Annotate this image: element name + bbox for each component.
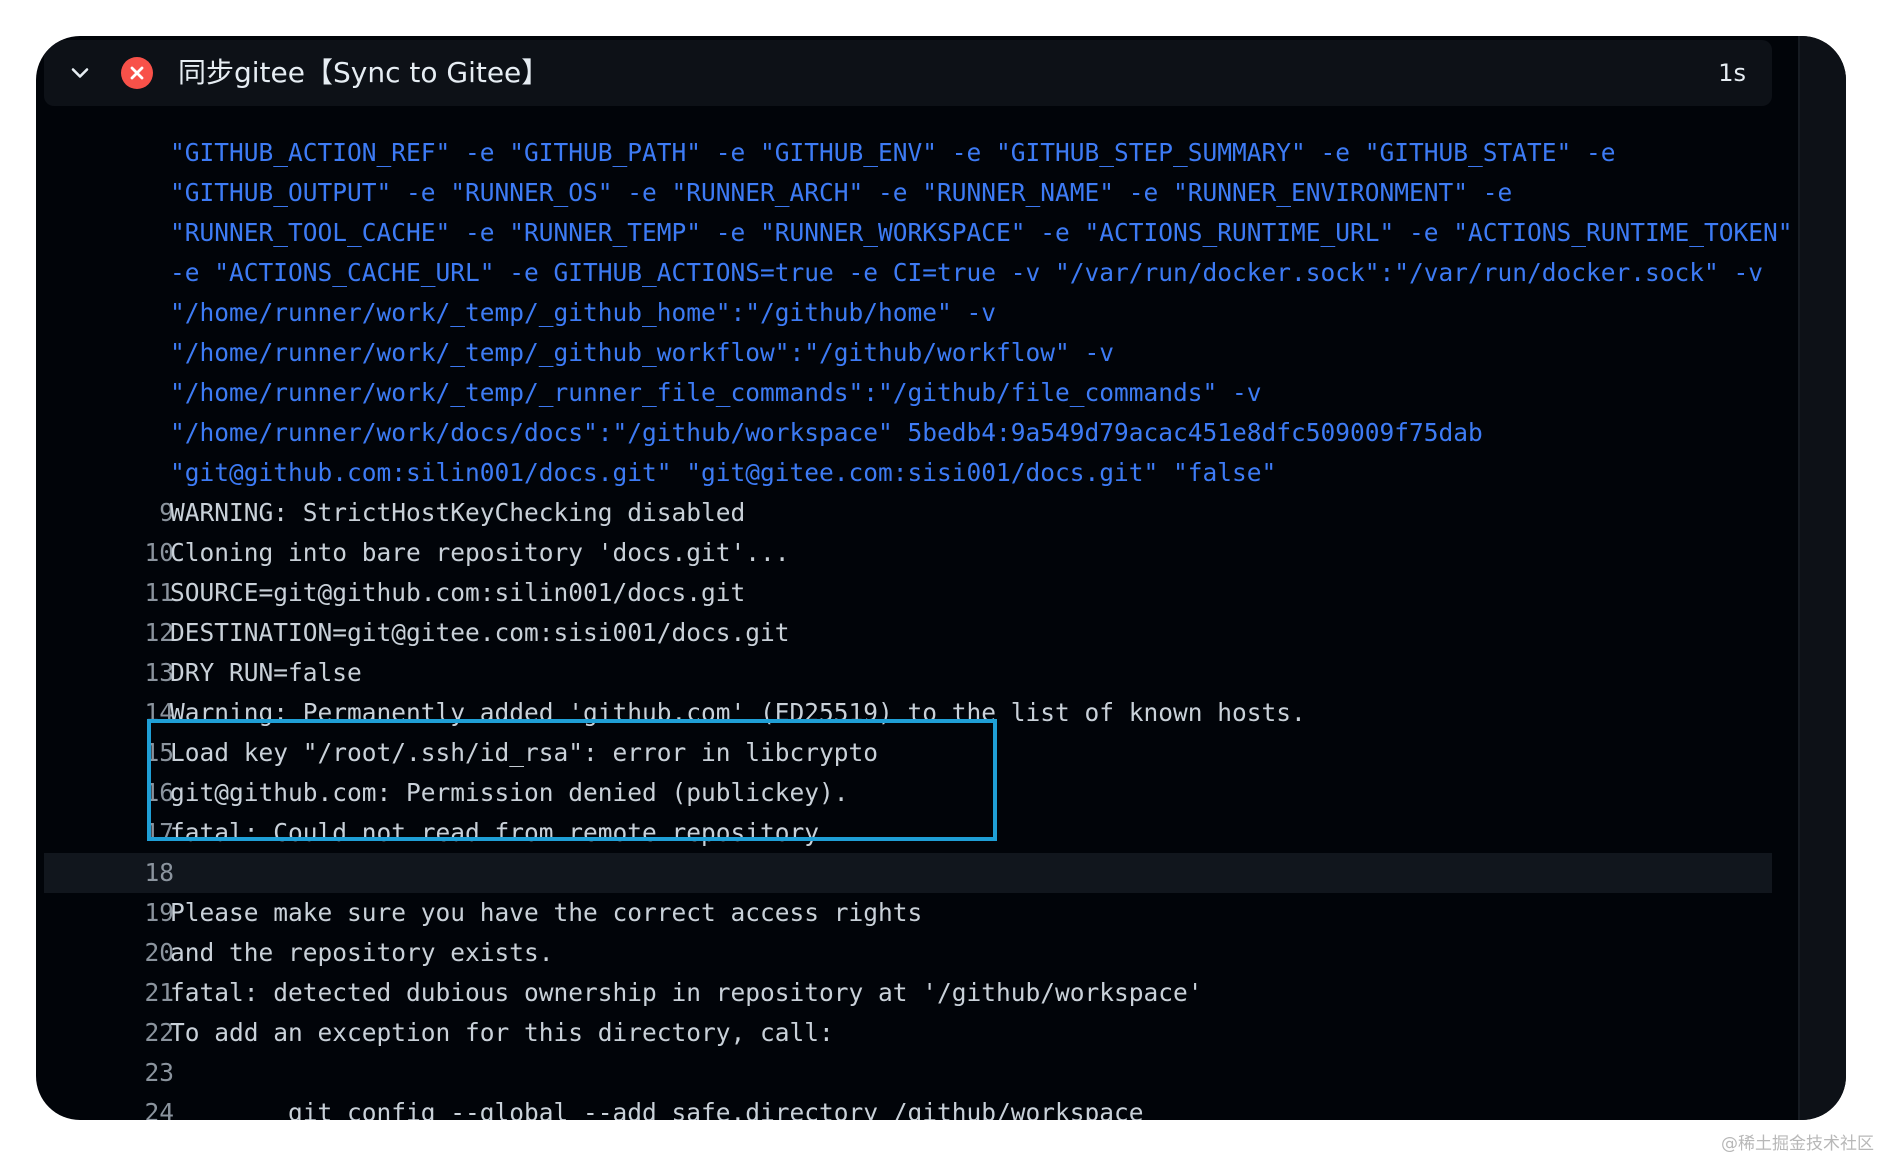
line-number[interactable]: 9 [108, 493, 174, 533]
command-text: -e "ACTIONS_CACHE_URL" -e GITHUB_ACTIONS… [170, 258, 1764, 287]
command-text: "GITHUB_ACTION_REF" -e "GITHUB_PATH" -e … [170, 138, 1616, 167]
log-line[interactable]: 20 and the repository exists. [36, 933, 1800, 973]
step-duration: 1s [1718, 59, 1746, 87]
line-number[interactable]: 20 [108, 933, 174, 973]
log-text: DESTINATION=git@gitee.com:sisi001/docs.g… [170, 618, 790, 647]
log-line[interactable]: 23 [36, 1053, 1800, 1093]
log-line[interactable]: 9 WARNING: StrictHostKeyChecking disabled [36, 493, 1800, 533]
log-line[interactable]: 22 To add an exception for this directory… [36, 1013, 1800, 1053]
line-number[interactable]: 24 [108, 1093, 174, 1120]
log-line[interactable]: 11 SOURCE=git@github.com:silin001/docs.gi… [36, 573, 1800, 613]
line-number[interactable]: 18 [108, 853, 174, 893]
command-continuation-line: "GITHUB_ACTION_REF" -e "GITHUB_PATH" -e … [36, 133, 1800, 173]
log-text: and the repository exists. [170, 938, 554, 967]
line-number[interactable]: 23 [108, 1053, 174, 1093]
command-continuation-line: "git@github.com:silin001/docs.git" "git@… [36, 453, 1800, 493]
log-text: WARNING: StrictHostKeyChecking disabled [170, 498, 746, 527]
scrollbar-track[interactable] [1798, 36, 1846, 1120]
command-text: "/home/runner/work/_temp/_github_workflo… [170, 338, 1115, 367]
error-highlight-box [147, 719, 997, 841]
command-text: "RUNNER_TOOL_CACHE" -e "RUNNER_TEMP" -e … [170, 218, 1793, 247]
log-text: To add an exception for this directory, … [170, 1018, 834, 1047]
log-text: Cloning into bare repository 'docs.git'.… [170, 538, 790, 567]
command-continuation-line: "GITHUB_OUTPUT" -e "RUNNER_OS" -e "RUNNE… [36, 173, 1800, 213]
log-text: Please make sure you have the correct ac… [170, 898, 923, 927]
chevron-down-icon[interactable] [68, 61, 92, 85]
log-line[interactable]: 13 DRY RUN=false [36, 653, 1800, 693]
log-text: fatal: detected dubious ownership in rep… [170, 978, 1203, 1007]
command-continuation-line: "/home/runner/work/_temp/_github_workflo… [36, 333, 1800, 373]
log-line[interactable]: 10 Cloning into bare repository 'docs.git… [36, 533, 1800, 573]
step-header[interactable]: 同步gitee【Sync to Gitee】 1s [44, 40, 1772, 106]
command-continuation-line: -e "ACTIONS_CACHE_URL" -e GITHUB_ACTIONS… [36, 253, 1800, 293]
command-text: "git@github.com:silin001/docs.git" "git@… [170, 458, 1277, 487]
command-text: "/home/runner/work/docs/docs":"/github/w… [170, 418, 1483, 447]
log-text: DRY RUN=false [170, 658, 362, 687]
log-line[interactable]: 21 fatal: detected dubious ownership in r… [36, 973, 1800, 1013]
log-line[interactable]: 12 DESTINATION=git@gitee.com:sisi001/docs… [36, 613, 1800, 653]
command-continuation-line: "/home/runner/work/_temp/_github_home":"… [36, 293, 1800, 333]
command-continuation-line: "/home/runner/work/_temp/_runner_file_co… [36, 373, 1800, 413]
log-text: SOURCE=git@github.com:silin001/docs.git [170, 578, 746, 607]
command-text: "/home/runner/work/_temp/_github_home":"… [170, 298, 997, 327]
command-continuation-line: "/home/runner/work/docs/docs":"/github/w… [36, 413, 1800, 453]
command-continuation-line: "RUNNER_TOOL_CACHE" -e "RUNNER_TEMP" -e … [36, 213, 1800, 253]
line-number[interactable]: 21 [108, 973, 174, 1013]
job-log-window: 同步gitee【Sync to Gitee】 1s "GITHUB_ACTION… [36, 36, 1846, 1120]
line-number[interactable]: 13 [108, 653, 174, 693]
line-number[interactable]: 12 [108, 613, 174, 653]
log-output: "GITHUB_ACTION_REF" -e "GITHUB_PATH" -e … [36, 133, 1800, 1120]
log-line[interactable]: 18 [44, 853, 1772, 893]
command-text: "/home/runner/work/_temp/_runner_file_co… [170, 378, 1262, 407]
watermark: @稀土掘金技术社区 [1721, 1134, 1874, 1154]
log-text: git config --global --add safe.directory… [170, 1098, 1144, 1120]
line-number[interactable]: 22 [108, 1013, 174, 1053]
line-number[interactable]: 10 [108, 533, 174, 573]
line-number[interactable]: 19 [108, 893, 174, 933]
command-text: "GITHUB_OUTPUT" -e "RUNNER_OS" -e "RUNNE… [170, 178, 1513, 207]
log-line[interactable]: 24 git config --global --add safe.direct… [36, 1093, 1800, 1120]
failed-status-icon [121, 57, 153, 89]
log-line[interactable]: 19 Please make sure you have the correct … [36, 893, 1800, 933]
line-number[interactable]: 11 [108, 573, 174, 613]
step-title: 同步gitee【Sync to Gitee】 [178, 56, 550, 89]
